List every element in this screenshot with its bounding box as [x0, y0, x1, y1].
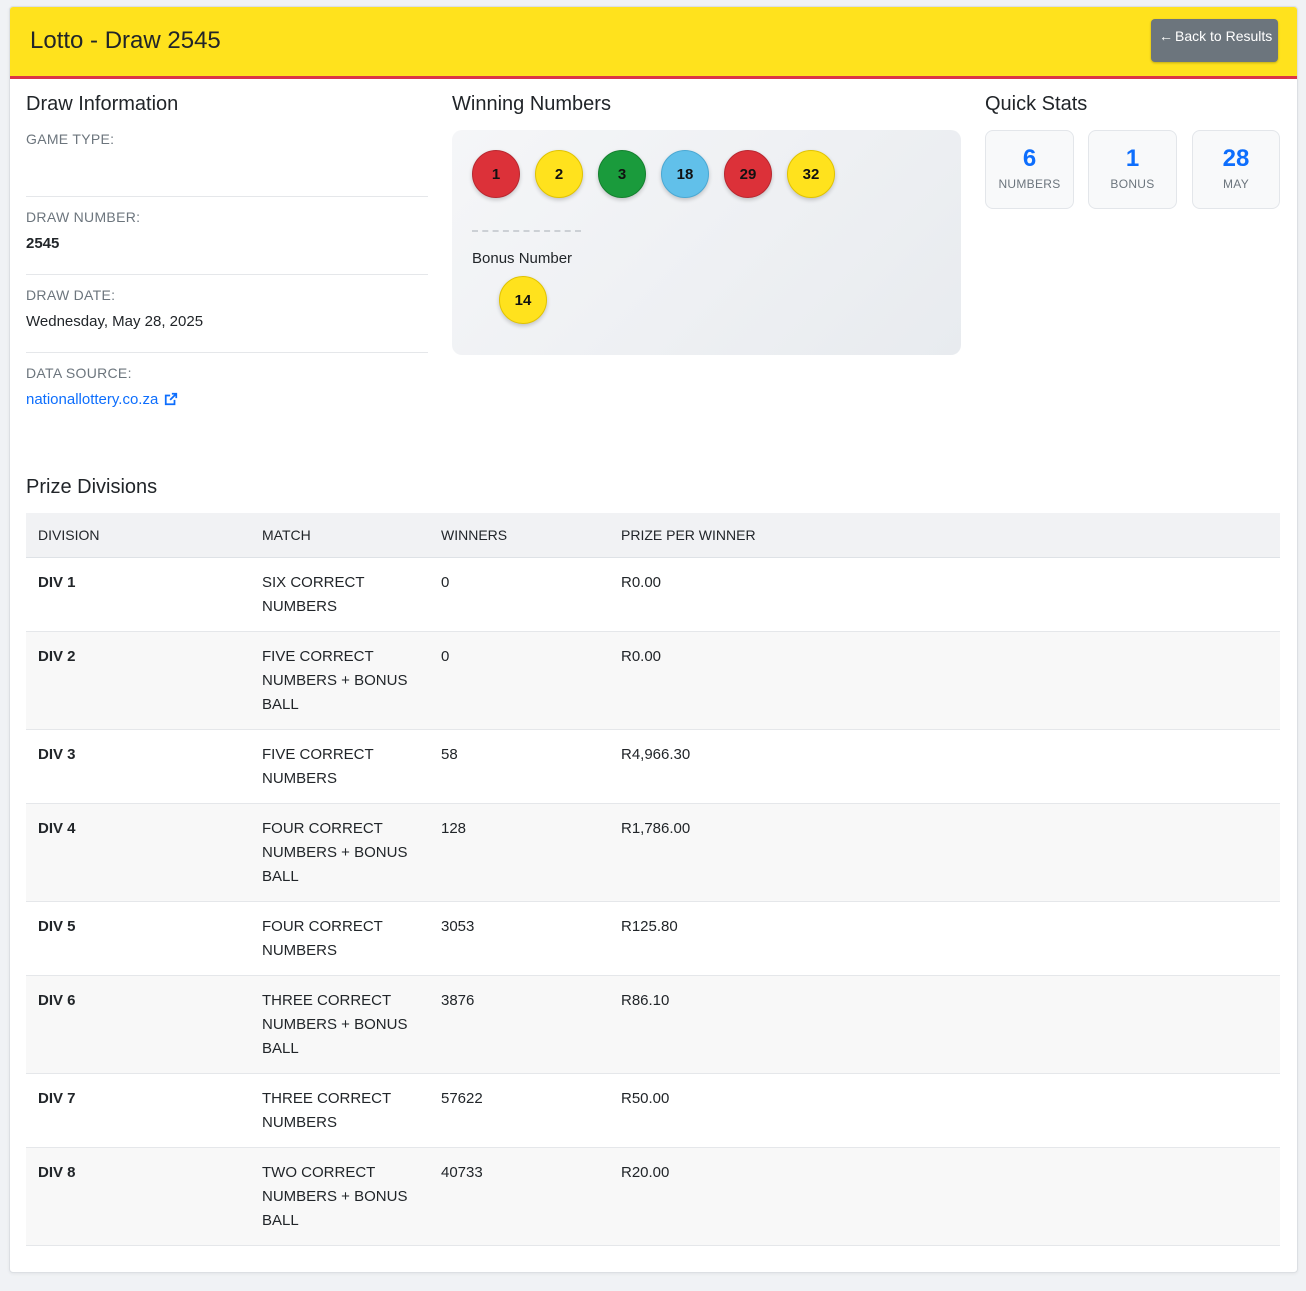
- match-cell: THREE CORRECT NUMBERS + BONUS BALL: [250, 975, 429, 1074]
- table-row: DIV 4 FOUR CORRECT NUMBERS + BONUS BALL …: [26, 803, 1280, 902]
- bonus-divider: [472, 230, 581, 232]
- table-row: DIV 8 TWO CORRECT NUMBERS + BONUS BALL 4…: [26, 1147, 1280, 1246]
- page-header: Lotto - Draw 2545 ← Back to Results: [10, 7, 1297, 79]
- winners-cell: 40733: [429, 1147, 609, 1246]
- winners-cell: 58: [429, 729, 609, 804]
- stat-value: 28: [1222, 145, 1250, 172]
- table-row: DIV 1 SIX CORRECT NUMBERS 0 R0.00: [26, 557, 1280, 632]
- winners-cell: 0: [429, 631, 609, 730]
- draw-date-label: DRAW DATE:: [26, 287, 116, 303]
- winning-ball: 18: [661, 150, 709, 198]
- column-header-winners: WINNERS: [429, 513, 609, 558]
- match-cell: FIVE CORRECT NUMBERS: [250, 729, 429, 804]
- division-cell: DIV 2: [26, 631, 250, 730]
- table-row: DIV 2 FIVE CORRECT NUMBERS + BONUS BALL …: [26, 631, 1280, 730]
- info-row-draw-date: DRAW DATE: Wednesday, May 28, 2025: [26, 275, 428, 353]
- prize-cell: R50.00: [609, 1073, 1280, 1148]
- bonus-number-label: Bonus Number: [472, 250, 573, 267]
- bonus-ball: 14: [499, 276, 547, 324]
- winning-ball: 29: [724, 150, 772, 198]
- draw-number-label: DRAW NUMBER:: [26, 209, 141, 225]
- draw-date-value: Wednesday, May 28, 2025: [26, 313, 204, 330]
- prize-cell: R20.00: [609, 1147, 1280, 1246]
- division-cell: DIV 8: [26, 1147, 250, 1246]
- data-source-link-text: nationallottery.co.za: [26, 391, 159, 408]
- table-row: DIV 6 THREE CORRECT NUMBERS + BONUS BALL…: [26, 975, 1280, 1074]
- stat-label: MAY: [1222, 177, 1249, 191]
- prize-cell: R4,966.30: [609, 729, 1280, 804]
- stat-card-month: 28 MAY: [1192, 130, 1280, 209]
- column-header-match: MATCH: [250, 513, 429, 558]
- back-to-results-button[interactable]: ← Back to Results: [1151, 19, 1278, 62]
- division-cell: DIV 6: [26, 975, 250, 1074]
- quick-stats-heading: Quick Stats: [985, 93, 1088, 115]
- winners-cell: 3053: [429, 901, 609, 976]
- data-source-label: DATA SOURCE:: [26, 365, 132, 381]
- winning-ball: 32: [787, 150, 835, 198]
- prize-cell: R0.00: [609, 557, 1280, 632]
- prize-cell: R86.10: [609, 975, 1280, 1074]
- division-cell: DIV 4: [26, 803, 250, 902]
- winning-numbers-heading: Winning Numbers: [452, 93, 611, 115]
- winners-cell: 0: [429, 557, 609, 632]
- match-cell: FIVE CORRECT NUMBERS + BONUS BALL: [250, 631, 429, 730]
- arrow-left-icon: ←: [1159, 28, 1173, 44]
- stat-value: 1: [1125, 145, 1140, 172]
- winners-cell: 128: [429, 803, 609, 902]
- stat-card-bonus: 1 BONUS: [1088, 130, 1177, 209]
- winning-ball: 3: [598, 150, 646, 198]
- winners-cell: 57622: [429, 1073, 609, 1148]
- info-row-draw-number: DRAW NUMBER: 2545: [26, 197, 428, 275]
- stat-value: 6: [1022, 145, 1037, 172]
- stat-card-numbers: 6 NUMBERS: [985, 130, 1074, 209]
- match-cell: TWO CORRECT NUMBERS + BONUS BALL: [250, 1147, 429, 1246]
- division-cell: DIV 1: [26, 557, 250, 632]
- prize-divisions-heading: Prize Divisions: [26, 476, 158, 498]
- stat-label: BONUS: [1110, 177, 1155, 191]
- table-row: DIV 3 FIVE CORRECT NUMBERS 58 R4,966.30: [26, 729, 1280, 804]
- page-title: Lotto - Draw 2545: [30, 27, 221, 54]
- table-header-row: DIVISION MATCH WINNERS PRIZE PER WINNER: [26, 513, 1280, 558]
- winning-ball: 1: [472, 150, 520, 198]
- table-row: DIV 7 THREE CORRECT NUMBERS 57622 R50.00: [26, 1073, 1280, 1148]
- external-link-icon: [164, 392, 178, 410]
- draw-number-value: 2545: [26, 235, 60, 252]
- match-cell: SIX CORRECT NUMBERS: [250, 557, 429, 632]
- data-source-link[interactable]: nationallottery.co.za: [26, 391, 178, 410]
- match-cell: THREE CORRECT NUMBERS: [250, 1073, 429, 1148]
- division-cell: DIV 7: [26, 1073, 250, 1148]
- back-button-label: Back to Results: [1175, 28, 1273, 44]
- division-cell: DIV 3: [26, 729, 250, 804]
- match-cell: FOUR CORRECT NUMBERS: [250, 901, 429, 976]
- info-row-game-type: GAME TYPE:: [26, 119, 428, 197]
- prize-cell: R1,786.00: [609, 803, 1280, 902]
- winning-numbers-panel: 1 2 3 18 29 32 Bonus Number 14: [452, 130, 961, 355]
- prize-cell: R0.00: [609, 631, 1280, 730]
- division-cell: DIV 5: [26, 901, 250, 976]
- column-header-prize: PRIZE PER WINNER: [609, 513, 1280, 558]
- winners-cell: 3876: [429, 975, 609, 1074]
- game-type-label: GAME TYPE:: [26, 131, 115, 147]
- prize-cell: R125.80: [609, 901, 1280, 976]
- prize-divisions-table: DIVISION MATCH WINNERS PRIZE PER WINNER …: [26, 513, 1280, 1246]
- stat-label: NUMBERS: [998, 177, 1061, 191]
- table-row: DIV 5 FOUR CORRECT NUMBERS 3053 R125.80: [26, 901, 1280, 976]
- info-row-data-source: DATA SOURCE: nationallottery.co.za: [26, 353, 428, 430]
- draw-card: Lotto - Draw 2545 ← Back to Results Draw …: [9, 6, 1298, 1273]
- column-header-division: DIVISION: [26, 513, 250, 558]
- winning-ball: 2: [535, 150, 583, 198]
- draw-info-heading: Draw Information: [26, 93, 179, 115]
- match-cell: FOUR CORRECT NUMBERS + BONUS BALL: [250, 803, 429, 902]
